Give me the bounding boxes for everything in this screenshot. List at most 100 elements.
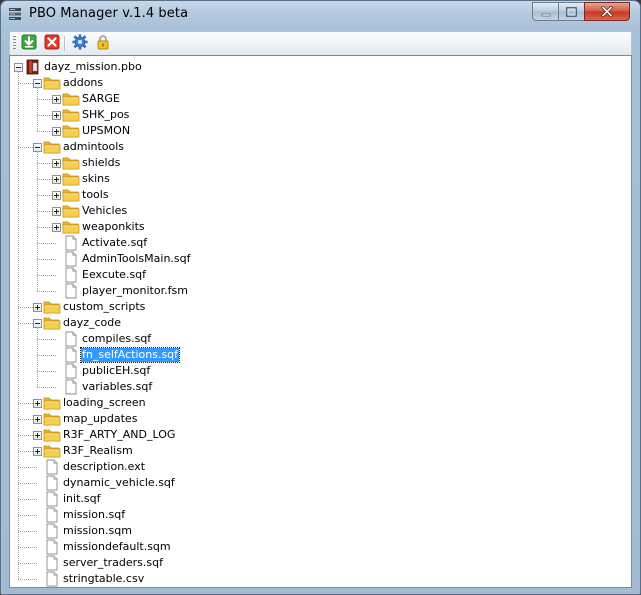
tree-folder-label[interactable]: shields [81,156,121,170]
tree-file-label[interactable]: compiles.sqf [81,332,152,346]
maximize-icon [566,2,577,21]
tree-file-label[interactable]: fn_selfActions.sqf [79,347,181,363]
tree-file-label[interactable]: missiondefault.sqm [62,540,172,554]
tree-connector [18,547,37,549]
tree-folder-label[interactable]: SHK_pos [81,108,130,122]
app-window: PBO Manager v.1.4 beta dayz_mission.pbo … [0,0,641,595]
gear-icon [72,34,88,54]
file-icon [43,475,61,491]
extract-button[interactable] [19,34,38,53]
app-icon[interactable] [7,6,23,22]
tree-file-label[interactable]: player_monitor.fsm [81,284,189,298]
folder-icon [62,171,80,187]
tree-file-label[interactable]: Eexcute.sqf [81,268,147,282]
tree-root-label[interactable]: dayz_mission.pbo [43,60,143,74]
collapse-toggle[interactable] [33,79,42,88]
toolbar-grip[interactable] [13,36,16,51]
tree-connector [37,243,56,245]
tree-connector [37,371,56,373]
minimize-icon [541,2,551,21]
title-bar[interactable]: PBO Manager v.1.4 beta [1,1,640,27]
close-button[interactable] [584,2,630,21]
collapse-toggle[interactable] [33,319,42,328]
file-icon [62,267,80,283]
settings-button[interactable] [70,34,89,53]
tree-folder-label[interactable]: loading_screen [62,396,147,410]
tree-connector [37,327,39,387]
file-icon [43,539,61,555]
window-title: PBO Manager v.1.4 beta [29,6,189,21]
file-icon [43,507,61,523]
folder-icon [43,411,61,427]
folder-icon [62,91,80,107]
tree-folder-label[interactable]: skins [81,172,111,186]
collapse-toggle[interactable] [14,63,23,72]
tree-file-label[interactable]: publicEH.sqf [81,364,151,378]
file-icon [43,491,61,507]
expand-toggle[interactable] [52,127,61,136]
tree-file-label[interactable]: stringtable.csv [62,572,145,586]
folder-icon [62,219,80,235]
tree-connector [18,71,20,579]
tree-folder-label[interactable]: admintools [62,140,125,154]
tree-connector [18,483,37,485]
maximize-button[interactable] [558,2,585,21]
tree-file-label[interactable]: init.sqf [62,492,101,506]
tree-file-label[interactable]: dynamic_vehicle.sqf [62,476,176,490]
file-icon [62,379,80,395]
file-icon [62,235,80,251]
expand-toggle[interactable] [52,159,61,168]
folder-icon [43,315,61,331]
expand-toggle[interactable] [52,175,61,184]
expand-toggle[interactable] [33,399,42,408]
expand-toggle[interactable] [52,207,61,216]
collapse-toggle[interactable] [33,143,42,152]
file-tree[interactable]: dayz_mission.pboaddons SARGE SHK_pos UPSMON… [9,55,632,588]
toolbar [9,31,632,55]
tree-folder-label[interactable]: map_updates [62,412,138,426]
file-icon [43,523,61,539]
tree-folder-label[interactable]: weaponkits [81,220,146,234]
tree-folder-label[interactable]: R3F_ARTY_AND_LOG [62,428,176,442]
tree-folder-label[interactable]: Vehicles [81,204,128,218]
tree-connector [18,579,37,581]
tree-folder-label[interactable]: SARGE [81,92,121,106]
tree-folder-label[interactable]: addons [62,76,104,90]
lock-button[interactable] [93,34,112,53]
tree-file-label[interactable]: description.ext [62,460,146,474]
folder-icon [62,187,80,203]
download-icon [21,34,37,54]
expand-toggle[interactable] [52,95,61,104]
folder-icon [43,427,61,443]
tree-connector [18,563,37,565]
expand-toggle[interactable] [33,431,42,440]
tree-connector [37,355,56,357]
tree-file-label[interactable]: mission.sqf [62,508,126,522]
expand-toggle[interactable] [33,415,42,424]
tree-folder-label[interactable]: R3F_Realism [62,444,134,458]
tree-file-label[interactable]: variables.sqf [81,380,153,394]
tree-folder-label[interactable]: UPSMON [81,124,131,138]
lock-icon [95,34,111,54]
tree-folder-label[interactable]: tools [81,188,110,202]
tree-connector [37,259,56,261]
tree-connector [37,151,39,291]
delete-button[interactable] [42,34,61,53]
folder-icon [43,75,61,91]
tree-file-label[interactable]: AdminToolsMain.sqf [81,252,192,266]
tree-folder-label[interactable]: dayz_code [62,316,122,330]
tree-file-label[interactable]: mission.sqm [62,524,133,538]
file-icon [62,347,80,363]
tree-file-label[interactable]: Activate.sqf [81,236,148,250]
expand-toggle[interactable] [52,111,61,120]
tree-folder-label[interactable]: custom_scripts [62,300,146,314]
folder-icon [43,395,61,411]
expand-toggle[interactable] [52,223,61,232]
expand-toggle[interactable] [33,447,42,456]
minimize-button[interactable] [532,2,559,21]
tree-file-label[interactable]: server_traders.sqf [62,556,164,570]
expand-toggle[interactable] [33,303,42,312]
expand-toggle[interactable] [52,191,61,200]
folder-icon [62,107,80,123]
folder-icon [43,443,61,459]
